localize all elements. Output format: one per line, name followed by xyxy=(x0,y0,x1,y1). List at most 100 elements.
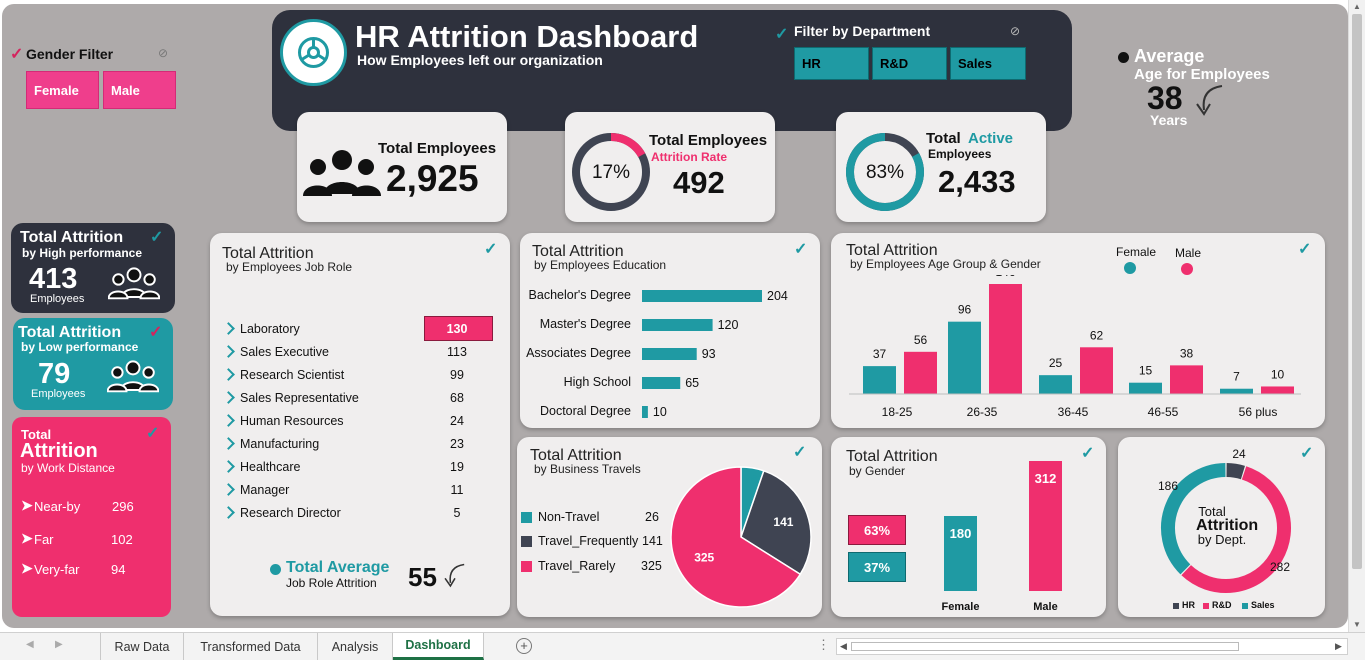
legend-label: HR xyxy=(1182,600,1195,610)
chevron-right-icon xyxy=(222,345,235,358)
list-item[interactable]: Research Scientist 99 xyxy=(210,367,490,389)
chevron-right-icon xyxy=(222,368,235,381)
education-data-label: 204 xyxy=(767,289,788,303)
job-role-label: Sales Representative xyxy=(240,391,359,405)
age-bar xyxy=(904,351,937,394)
job-role-value: 23 xyxy=(450,437,464,451)
tab-next-icon[interactable]: ▶ xyxy=(55,639,63,650)
job-role-value: 11 xyxy=(450,483,464,497)
kpi-active-subtitle: Employees xyxy=(928,147,992,161)
job-role-label: Manager xyxy=(240,483,290,497)
chevron-right-icon xyxy=(222,322,235,335)
checkmark-icon: ✓ xyxy=(1298,241,1312,258)
education-category-label: Master's Degree xyxy=(540,317,631,331)
job-role-value: 130 xyxy=(446,322,468,336)
gender-option-female[interactable]: Female xyxy=(26,71,99,109)
kpi-total-title: Total Employees xyxy=(378,140,497,157)
legend-label-male: Male xyxy=(1175,246,1202,260)
page-subtitle: How Employees left our organization xyxy=(357,52,603,68)
job-role-label: Human Resources xyxy=(240,414,344,428)
education-data-label: 120 xyxy=(718,318,739,332)
kpi-active-title-a: Total xyxy=(926,130,961,147)
travel-card: Total Attrition by Business Travels ✓ No… xyxy=(517,437,822,617)
scroll-thumb[interactable] xyxy=(1352,14,1362,569)
scroll-up-icon[interactable]: ▲ xyxy=(1353,2,1361,11)
distance-title-b: Attrition xyxy=(20,440,98,462)
dept-data-label: 186 xyxy=(1158,479,1178,493)
scroll-down-icon[interactable]: ▼ xyxy=(1353,620,1361,629)
dept-option-rnd[interactable]: R&D xyxy=(872,47,947,80)
age-category-label: 46-55 xyxy=(1148,405,1179,419)
tab-dashboard[interactable]: Dashboard xyxy=(393,633,484,660)
age-bar xyxy=(1220,388,1253,394)
people-icon xyxy=(107,360,159,393)
perf-low-card: Total Attrition ✓ by Low performance 79 … xyxy=(13,318,173,410)
checkmark-icon: ✓ xyxy=(775,26,789,43)
arrow-icon: ➤ xyxy=(21,530,33,546)
clear-filter-icon[interactable]: ⊘ xyxy=(158,46,168,60)
gender-option-male[interactable]: Male xyxy=(103,71,176,109)
scroll-left-icon[interactable]: ◀ xyxy=(840,641,847,652)
list-item[interactable]: Healthcare 19 xyxy=(210,459,490,481)
distance-item-label: Far xyxy=(34,532,54,547)
horizontal-scrollbar[interactable]: ◀ ▶ xyxy=(836,638,1348,655)
tab-raw-data[interactable]: Raw Data xyxy=(100,633,184,660)
kpi-total-employees: Total Employees 2,925 xyxy=(297,112,507,222)
people-icon xyxy=(303,150,381,196)
legend-swatch xyxy=(521,561,532,572)
list-item[interactable]: Sales Representative 68 xyxy=(210,390,490,412)
add-sheet-icon[interactable]: + xyxy=(516,638,532,654)
travel-data-label: 325 xyxy=(694,550,714,564)
tab-analysis[interactable]: Analysis xyxy=(318,633,393,660)
bullet-dot xyxy=(270,564,281,575)
education-category-label: Associates Degree xyxy=(526,346,631,360)
dept-data-label: 282 xyxy=(1270,560,1290,574)
legend-label: Sales xyxy=(1251,600,1275,610)
chevron-right-icon xyxy=(222,391,235,404)
legend-swatch xyxy=(1173,603,1179,609)
kpi-active-employees: 83% Total Active Employees 2,433 xyxy=(836,112,1046,222)
perf-low-subtitle: by Low performance xyxy=(21,340,139,354)
kpi-active-value: 2,433 xyxy=(938,164,1016,199)
job-role-subtitle: by Employees Job Role xyxy=(226,260,353,274)
travel-data-label: 26 xyxy=(744,473,758,487)
dept-option-hr[interactable]: HR xyxy=(794,47,869,80)
more-options-icon[interactable]: ⋮ xyxy=(817,637,830,653)
legend-dot-female xyxy=(1124,262,1136,274)
list-item[interactable]: Manager 11 xyxy=(210,482,490,504)
dept-donut-segment xyxy=(1226,463,1245,480)
checkmark-icon: ✓ xyxy=(793,444,807,461)
age-category-label: 36-45 xyxy=(1058,405,1089,419)
tab-prev-icon[interactable]: ◀ xyxy=(26,639,34,650)
curved-arrow-icon xyxy=(444,563,465,588)
job-role-label: Manufacturing xyxy=(240,437,320,451)
list-item[interactable]: Laboratory 130 xyxy=(210,321,490,343)
education-category-label: High School xyxy=(564,375,631,389)
age-data-label: 37 xyxy=(873,347,887,361)
perf-high-value: 413 xyxy=(29,263,78,295)
legend-label: R&D xyxy=(1212,600,1232,610)
job-role-avg-label: Total Average xyxy=(286,559,390,576)
distance-item-value: 296 xyxy=(112,499,134,514)
checkmark-icon: ✓ xyxy=(149,324,163,341)
legend-swatch xyxy=(1203,603,1209,609)
age-data-label: 25 xyxy=(1049,356,1063,370)
scroll-thumb[interactable] xyxy=(851,642,1239,651)
female-percent-box: 37% xyxy=(848,552,906,582)
job-role-value: 113 xyxy=(447,345,467,359)
list-item[interactable]: Manufacturing 23 xyxy=(210,436,490,458)
list-item[interactable]: Sales Executive 113 xyxy=(210,344,490,366)
avg-age-label: Average xyxy=(1134,46,1205,66)
clear-filter-icon[interactable]: ⊘ xyxy=(1010,24,1020,38)
arrow-icon: ➤ xyxy=(21,560,33,576)
list-item[interactable]: Research Director 5 xyxy=(210,505,490,527)
male-percent-box: 63% xyxy=(848,515,906,545)
age-data-label: 96 xyxy=(958,303,972,317)
dept-option-sales[interactable]: Sales xyxy=(950,47,1026,80)
tab-transformed-data[interactable]: Transformed Data xyxy=(184,633,318,660)
vertical-scrollbar[interactable]: ▲ ▼ xyxy=(1348,0,1365,632)
perf-low-unit: Employees xyxy=(31,388,86,400)
list-item[interactable]: Human Resources 24 xyxy=(210,413,490,435)
scroll-right-icon[interactable]: ▶ xyxy=(1335,641,1342,652)
job-role-list: Laboratory 130 Sales Executive 113 Researc… xyxy=(210,321,510,531)
